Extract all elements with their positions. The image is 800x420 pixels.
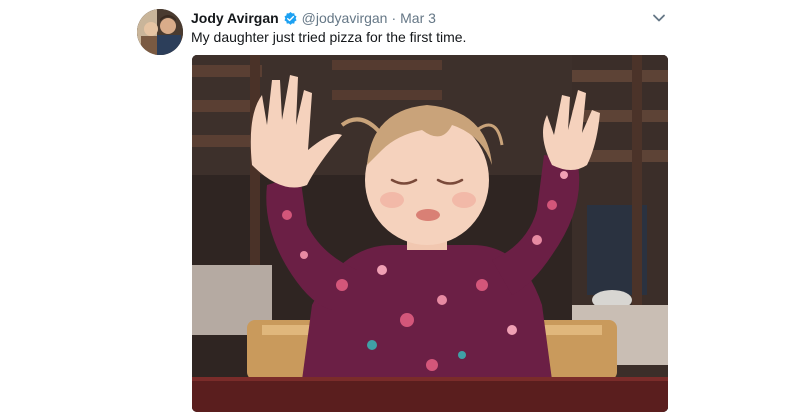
chevron-down-icon[interactable]	[650, 9, 668, 27]
meta-separator: ·	[391, 10, 397, 26]
display-name[interactable]: Jody Avirgan	[191, 9, 279, 27]
avatar-image	[137, 9, 183, 55]
verified-badge-icon	[284, 11, 297, 25]
photo-image	[192, 55, 668, 412]
tweet-photo[interactable]	[192, 55, 668, 412]
tweet-text: My daughter just tried pizza for the fir…	[191, 29, 467, 45]
user-handle[interactable]: @jodyavirgan	[302, 9, 388, 27]
avatar[interactable]	[137, 9, 183, 55]
tweet-header: Jody Avirgan @jodyavirgan · Mar 3	[191, 9, 436, 27]
tweet-date[interactable]: Mar 3	[400, 9, 436, 27]
tweet: Jody Avirgan @jodyavirgan · Mar 3 My dau…	[0, 0, 800, 420]
